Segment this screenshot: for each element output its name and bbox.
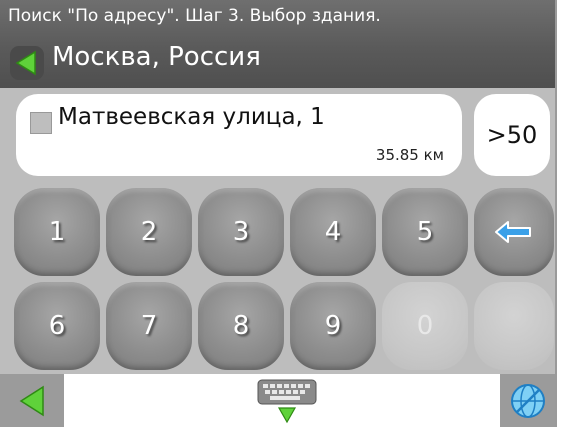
street-address: Матвеевская улица, 1	[58, 104, 325, 130]
key-label: 1	[48, 217, 66, 247]
back-arrow-icon	[10, 46, 44, 80]
key-4[interactable]: 4	[290, 188, 376, 276]
city-label: Москва, Россия	[52, 42, 261, 72]
key-label: 6	[48, 311, 66, 341]
key-8[interactable]: 8	[198, 282, 284, 370]
key-label: 2	[140, 217, 158, 247]
key-7[interactable]: 7	[106, 282, 192, 370]
globe-icon	[510, 383, 545, 418]
key-label: 4	[324, 217, 342, 247]
key-6[interactable]: 6	[14, 282, 100, 370]
key-label: 5	[416, 217, 434, 247]
empty-key	[474, 282, 554, 370]
back-arrow-icon	[19, 385, 44, 416]
header: Поиск "По адресу". Шаг 3. Выбор здания. …	[0, 0, 555, 88]
key-label: 3	[232, 217, 250, 247]
key-3[interactable]: 3	[198, 188, 284, 276]
backspace-key[interactable]	[474, 188, 554, 276]
key-label: 0	[416, 311, 434, 341]
header-back-button[interactable]	[8, 44, 46, 82]
key-9[interactable]: 9	[290, 282, 376, 370]
backspace-arrow-icon	[495, 221, 531, 243]
distance-label: 35.85 км	[375, 146, 444, 164]
key-5[interactable]: 5	[382, 188, 468, 276]
step-title: Поиск "По адресу". Шаг 3. Выбор здания.	[8, 6, 381, 26]
bottom-back-button[interactable]	[0, 374, 64, 427]
map-globe-button[interactable]	[500, 374, 555, 427]
keyboard-toggle-button[interactable]	[253, 378, 321, 427]
keyboard-icon	[257, 379, 317, 424]
key-1[interactable]: 1	[14, 188, 100, 276]
key-label: 8	[232, 311, 250, 341]
key-2[interactable]: 2	[106, 188, 192, 276]
results-count-button[interactable]: >50	[474, 94, 550, 176]
key-0[interactable]: 0	[382, 282, 468, 370]
result-checkbox[interactable]	[30, 112, 52, 134]
key-label: 9	[324, 311, 342, 341]
app-frame: Поиск "По адресу". Шаг 3. Выбор здания. …	[0, 0, 557, 427]
address-result-item[interactable]: Матвеевская улица, 1 35.85 км	[16, 94, 462, 176]
key-label: 7	[140, 311, 158, 341]
